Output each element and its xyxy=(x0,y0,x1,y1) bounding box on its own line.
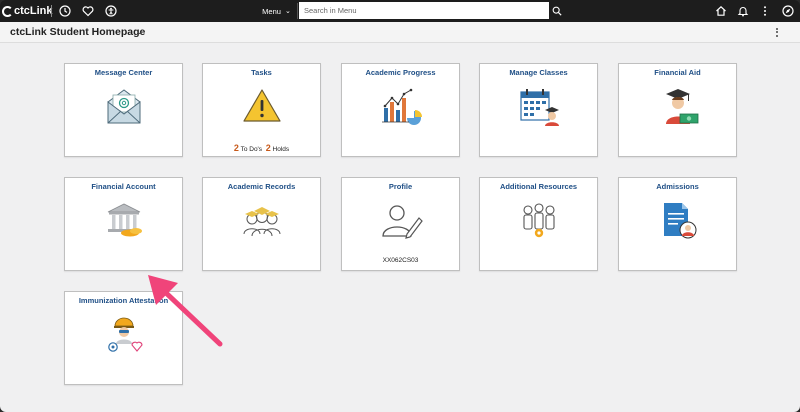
top-navigation-bar: ctcLink Menu ⌄ xyxy=(0,0,800,22)
tile-title: Message Center xyxy=(94,68,153,77)
tile-title: Immunization Attestation xyxy=(78,296,169,305)
graduates-group-icon xyxy=(243,207,281,237)
bank-coins-icon xyxy=(107,203,142,237)
tile-title: Financial Aid xyxy=(654,68,701,77)
chevron-down-icon[interactable]: ⌄ xyxy=(136,27,143,36)
tile-tasks[interactable]: Tasks 2 To Do's 2 Holds xyxy=(202,63,321,157)
tile-title: Academic Records xyxy=(227,182,296,191)
chevron-down-icon: ⌄ xyxy=(284,8,291,15)
tile-financial-aid[interactable]: Financial Aid xyxy=(618,63,737,157)
profile-edit-icon xyxy=(382,205,423,239)
bar-chart-icon xyxy=(382,88,422,125)
tile-title: Tasks xyxy=(251,68,272,77)
tile-financial-account[interactable]: Financial Account xyxy=(64,177,183,271)
homepage-tile-grid: Message Center Tasks 2 To Do's 2 Holds A… xyxy=(0,43,800,412)
ctclink-logo[interactable]: ctcLink xyxy=(2,3,53,19)
menu-button-label: Menu xyxy=(262,6,281,16)
holds-count: 2 xyxy=(265,143,271,153)
tile-title: Financial Account xyxy=(91,182,156,191)
tile-academic-progress[interactable]: Academic Progress xyxy=(341,63,460,157)
tile-title: Manage Classes xyxy=(509,68,568,77)
tile-manage-classes[interactable]: Manage Classes xyxy=(479,63,598,157)
search-icon xyxy=(552,6,562,16)
tile-additional-resources[interactable]: Additional Resources xyxy=(479,177,598,271)
toolbar-divider xyxy=(51,5,52,17)
logo-mark-icon xyxy=(2,5,13,17)
tile-admissions[interactable]: Admissions xyxy=(618,177,737,271)
profile-student-id: XX062CS03 xyxy=(382,257,419,264)
logo-text: ctcLink xyxy=(14,5,53,17)
people-gear-icon xyxy=(523,203,555,238)
search-button[interactable] xyxy=(549,2,565,19)
warning-triangle-icon xyxy=(243,89,281,122)
envelope-at-icon xyxy=(107,89,141,124)
holds-label: Holds xyxy=(272,146,290,153)
calendar-student-icon xyxy=(520,89,559,126)
menu-button[interactable]: Menu ⌄ xyxy=(256,3,298,19)
navbar-compass-icon[interactable] xyxy=(780,3,796,19)
tile-academic-records[interactable]: Academic Records xyxy=(202,177,321,271)
favorites-heart-icon[interactable] xyxy=(80,3,96,19)
accessibility-icon[interactable] xyxy=(103,3,119,19)
home-icon[interactable] xyxy=(713,3,729,19)
page-title-bar: ctcLink Student Homepage ⌄ xyxy=(0,22,800,43)
page-title[interactable]: ctcLink Student Homepage xyxy=(10,26,145,38)
menu-search-input[interactable] xyxy=(299,2,549,19)
app-window: ctcLink Menu ⌄ Search in Menu ctcLink St… xyxy=(0,0,800,412)
tile-profile[interactable]: Profile XX062CS03 xyxy=(341,177,460,271)
tile-title: Admissions xyxy=(656,182,699,191)
tile-message-center[interactable]: Message Center xyxy=(64,63,183,157)
todo-count: 2 xyxy=(233,143,239,153)
document-student-icon xyxy=(664,203,697,239)
tile-title: Additional Resources xyxy=(499,182,578,191)
health-worker-icon xyxy=(108,317,143,352)
recent-history-icon[interactable] xyxy=(57,3,73,19)
tile-title: Profile xyxy=(388,182,413,191)
actions-menu-icon[interactable] xyxy=(757,3,773,19)
tile-title: Academic Progress xyxy=(365,68,436,77)
tile-immunization-attestation[interactable]: Immunization Attestation xyxy=(64,291,183,385)
todo-label: To Do's xyxy=(240,146,263,153)
graduate-money-icon xyxy=(666,89,699,124)
notifications-bell-icon[interactable] xyxy=(735,3,751,19)
page-options-icon[interactable] xyxy=(770,25,784,39)
tasks-summary: 2 To Do's 2 Holds xyxy=(203,143,320,153)
